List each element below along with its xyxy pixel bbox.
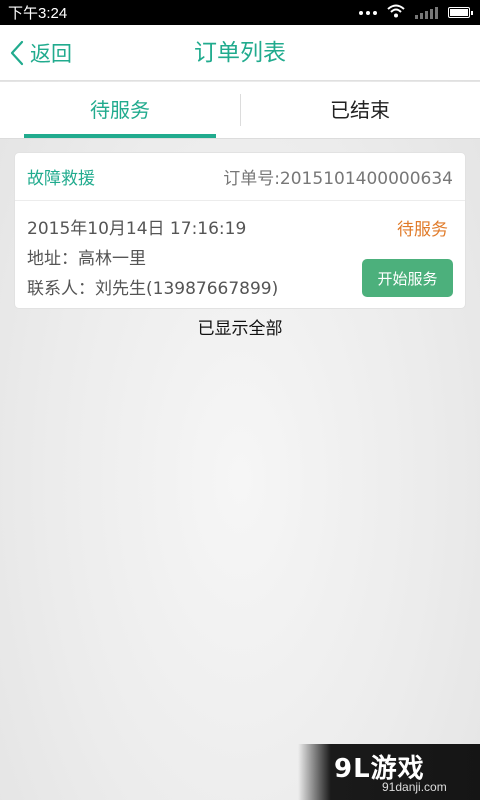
active-tab-indicator — [24, 134, 216, 138]
back-label: 返回 — [30, 42, 72, 66]
tab-divider — [240, 94, 241, 126]
order-contact: 联系人：刘先生(13987667899) — [27, 279, 279, 299]
tab-finished-label: 已结束 — [330, 97, 390, 122]
watermark-logo: 9L游戏 91danji.com — [298, 744, 480, 800]
tab-pending[interactable]: 待服务 — [0, 82, 240, 138]
signal-icon — [415, 6, 438, 19]
tab-pending-label: 待服务 — [90, 97, 150, 122]
back-button[interactable]: 返回 — [10, 25, 72, 81]
order-address: 地址：高林一里 — [27, 249, 146, 269]
chevron-left-icon — [10, 40, 24, 66]
tab-finished[interactable]: 已结束 — [240, 82, 480, 138]
battery-icon — [448, 7, 473, 18]
watermark-site: 91danji.com — [382, 780, 447, 794]
order-number: 订单号:2015101400000634 — [223, 169, 453, 189]
order-tabs: 待服务 已结束 — [0, 82, 480, 139]
status-icons — [359, 3, 473, 22]
list-end-text: 已显示全部 — [197, 319, 283, 339]
more-dots-icon — [359, 10, 377, 15]
order-card[interactable]: 故障救援 订单号:2015101400000634 2015年10月14日 17… — [14, 152, 466, 309]
order-datetime: 2015年10月14日 17:16:19 — [27, 219, 247, 239]
order-card-header: 故障救援 订单号:2015101400000634 — [15, 153, 465, 201]
order-card-body: 2015年10月14日 17:16:19 地址：高林一里 联系人：刘先生(139… — [15, 201, 465, 308]
status-bar: 下午3:24 — [0, 0, 480, 25]
status-time: 下午3:24 — [8, 5, 68, 22]
service-type: 故障救援 — [27, 169, 95, 189]
start-service-button[interactable]: 开始服务 — [362, 259, 453, 297]
nav-bar: 返回 订单列表 — [0, 25, 480, 81]
page-title: 订单列表 — [194, 40, 286, 66]
wifi-icon — [387, 3, 405, 22]
status-badge: 待服务 — [397, 220, 448, 240]
